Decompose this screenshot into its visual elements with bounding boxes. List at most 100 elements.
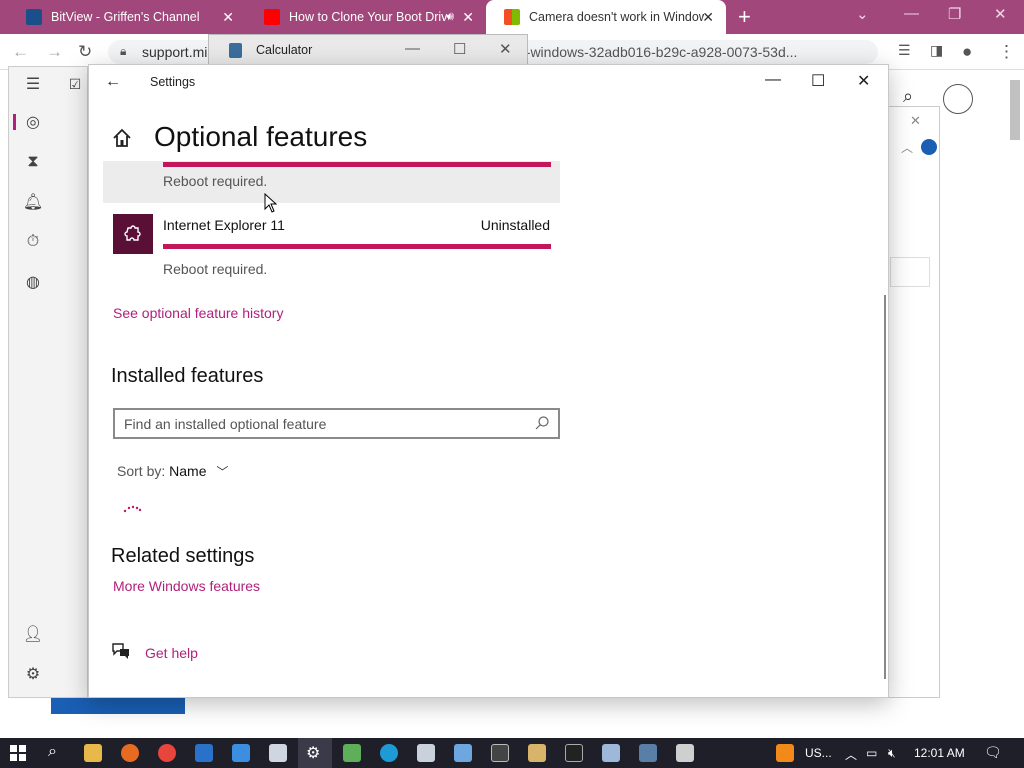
maximize-button[interactable]: ☐: [811, 71, 825, 91]
search-input[interactable]: [124, 415, 514, 433]
menu-icon[interactable]: ⋮: [998, 42, 1015, 62]
reload-icon[interactable]: ↻: [78, 42, 92, 62]
scrollbar[interactable]: [884, 295, 886, 679]
outlook-icon[interactable]: [195, 744, 213, 762]
tab-camera[interactable]: Camera doesn't work in Windows ✕: [486, 0, 726, 34]
chevron-down-icon: ﹀: [216, 465, 229, 479]
back-icon[interactable]: ←: [12, 42, 29, 62]
search-icon[interactable]: ⌕: [903, 86, 913, 107]
close-tab-icon[interactable]: ✕: [702, 9, 714, 26]
close-icon[interactable]: ✕: [910, 113, 921, 129]
globe-icon[interactable]: ◍: [22, 271, 44, 293]
account-icon[interactable]: [943, 84, 973, 114]
get-help-icon[interactable]: [111, 641, 131, 661]
calculator-minimize-button[interactable]: —: [405, 40, 420, 57]
store-icon[interactable]: [454, 744, 472, 762]
calculator-title: Calculator: [256, 43, 313, 57]
speaker-icon[interactable]: 🔊︎: [446, 9, 454, 24]
feature-item[interactable]: Reboot required.: [103, 161, 560, 203]
tray-app-icon[interactable]: [776, 744, 794, 762]
sort-dropdown[interactable]: Sort by: Name ﹀: [117, 463, 228, 480]
panel-input[interactable]: [890, 257, 930, 287]
collapse-icon[interactable]: ︿: [901, 139, 913, 156]
calculator-window[interactable]: Calculator — ☐ ✕: [208, 34, 528, 65]
sort-label: Sort by:: [117, 463, 166, 479]
more-windows-features-link[interactable]: More Windows features: [113, 578, 260, 594]
7zip-icon[interactable]: [491, 744, 509, 762]
installed-features-heading: Installed features: [111, 365, 264, 387]
forward-icon[interactable]: →: [46, 42, 63, 62]
new-tab-button[interactable]: +: [738, 4, 751, 30]
volume-muted-icon[interactable]: 🔇︎: [888, 746, 896, 761]
network-icon[interactable]: ▭: [866, 746, 877, 760]
apps-icon[interactable]: [232, 744, 250, 762]
gear-icon[interactable]: ⚙: [22, 663, 44, 685]
restore-browser-button[interactable]: ❐: [948, 5, 961, 23]
clock[interactable]: 12:01 AM: [914, 746, 965, 760]
hamburger-menu-icon[interactable]: ☰: [22, 73, 44, 95]
home-icon[interactable]: [111, 127, 133, 149]
stopwatch-icon[interactable]: ⏱︎: [22, 231, 44, 253]
settings-window: ← Settings — ☐ ✕ Optional features Reboo…: [88, 64, 889, 698]
progress-bar: [163, 162, 551, 167]
edge-icon[interactable]: [380, 744, 398, 762]
person-icon[interactable]: 👤︎: [22, 623, 44, 645]
calculator-taskbar-icon[interactable]: [639, 744, 657, 762]
reading-list-icon[interactable]: ☰: [898, 42, 911, 59]
bell-icon[interactable]: 🔔︎: [22, 191, 44, 213]
search-icon[interactable]: ⌕: [48, 743, 57, 761]
bitview-favicon-icon: [26, 9, 42, 25]
youtube-favicon-icon: [264, 9, 280, 25]
feature-item[interactable]: Internet Explorer 11 Uninstalled Reboot …: [103, 207, 560, 277]
installed-feature-search[interactable]: [113, 408, 560, 439]
windows-start-icon[interactable]: [10, 745, 26, 761]
close-button[interactable]: ✕: [857, 71, 870, 91]
terminal-icon[interactable]: [565, 744, 583, 762]
tab-title: How to Clone Your Boot Drive: [289, 10, 449, 24]
calculator-close-button[interactable]: ✕: [499, 40, 512, 58]
side-panel-icon[interactable]: ◨: [930, 42, 943, 59]
remote-desktop-icon[interactable]: [602, 744, 620, 762]
window-title: Settings: [150, 75, 196, 89]
feature-note: Reboot required.: [163, 261, 268, 277]
optional-feature-history-link[interactable]: See optional feature history: [113, 305, 283, 321]
language-indicator[interactable]: US...: [805, 746, 832, 760]
security-shield-icon[interactable]: [269, 744, 287, 762]
notification-icon[interactable]: 🗨︎: [984, 744, 1002, 761]
back-arrow-icon[interactable]: ←: [105, 73, 121, 91]
tab-title: Camera doesn't work in Windows: [529, 10, 704, 24]
calculator-maximize-button[interactable]: ☐: [453, 40, 466, 58]
file-explorer-icon[interactable]: [84, 744, 102, 762]
app-icon-green[interactable]: [343, 744, 361, 762]
settings-gear-icon[interactable]: ⚙: [306, 743, 320, 763]
close-tab-icon[interactable]: ✕: [462, 9, 474, 26]
minimize-browser-button[interactable]: —: [904, 5, 919, 22]
tab-clone-boot-drive[interactable]: How to Clone Your Boot Drive 🔊︎ ✕: [246, 0, 486, 34]
selected-indicator: [13, 114, 16, 130]
page-title: Optional features: [154, 121, 368, 152]
loading-spinner-icon: [123, 505, 142, 513]
microsoft-favicon-icon: [504, 9, 520, 25]
check-app-icon[interactable]: [676, 744, 694, 762]
settings-content: Reboot required. Internet Explorer 11 Un…: [89, 161, 888, 697]
firefox-icon[interactable]: [121, 744, 139, 762]
close-browser-button[interactable]: ✕: [994, 5, 1007, 23]
profile-icon[interactable]: ●: [962, 42, 972, 62]
search-icon[interactable]: [534, 415, 550, 431]
scrollbar[interactable]: [1010, 80, 1020, 140]
get-help-link[interactable]: Get help: [145, 645, 198, 661]
minimize-button[interactable]: —: [765, 71, 781, 89]
tab-bitview[interactable]: BitView - Griffen's Channel ✕: [8, 0, 246, 34]
close-tab-icon[interactable]: ✕: [222, 9, 234, 26]
chrome-icon[interactable]: [158, 744, 176, 762]
tab-search-icon[interactable]: ⌄: [856, 5, 869, 23]
focus-icon[interactable]: ◎: [22, 111, 44, 133]
people-icon[interactable]: [528, 744, 546, 762]
progress-bar: [163, 244, 551, 249]
cube-icon[interactable]: [417, 744, 435, 762]
hourglass-icon[interactable]: ⧗: [22, 151, 44, 173]
chevron-up-icon[interactable]: ︿: [845, 746, 857, 763]
url-text-end: n-windows-32adb016-b29c-a928-0073-53d...: [518, 44, 798, 60]
app-icon[interactable]: ☑: [64, 73, 86, 95]
help-icon[interactable]: [921, 139, 937, 155]
